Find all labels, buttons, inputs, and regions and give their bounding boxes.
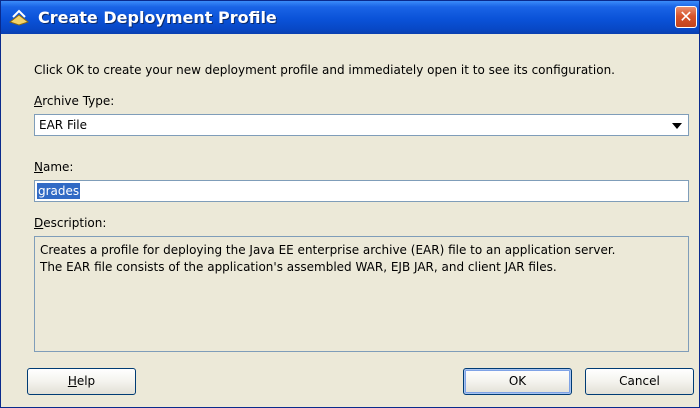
dialog-title: Create Deployment Profile [38, 8, 277, 27]
title-bar[interactable]: Create Deployment Profile ✕ [1, 1, 699, 34]
archive-type-label: Archive Type: [34, 94, 115, 108]
archive-type-dropdown[interactable]: EAR File [34, 114, 689, 136]
archive-type-value: EAR File [39, 118, 88, 132]
description-label: Description: [34, 216, 107, 230]
create-deployment-profile-dialog: Create Deployment Profile ✕ Click OK to … [0, 0, 700, 408]
description-text-area: Creates a profile for deploying the Java… [34, 236, 689, 352]
name-input[interactable]: grades [34, 180, 689, 202]
name-label: Name: [34, 160, 74, 174]
close-icon: ✕ [679, 7, 693, 26]
description-line-2: The EAR file consists of the application… [40, 260, 557, 274]
chevron-down-icon [672, 123, 682, 129]
instruction-text: Click OK to create your new deployment p… [34, 63, 615, 77]
description-line-1: Creates a profile for deploying the Java… [40, 243, 616, 257]
deploy-profile-icon [8, 9, 30, 26]
name-input-value: grades [37, 183, 81, 199]
ok-button[interactable]: OK [463, 368, 572, 395]
help-button[interactable]: Help [27, 368, 136, 395]
close-button[interactable]: ✕ [675, 6, 697, 28]
cancel-button[interactable]: Cancel [585, 368, 694, 395]
dialog-content: Click OK to create your new deployment p… [1, 34, 699, 408]
